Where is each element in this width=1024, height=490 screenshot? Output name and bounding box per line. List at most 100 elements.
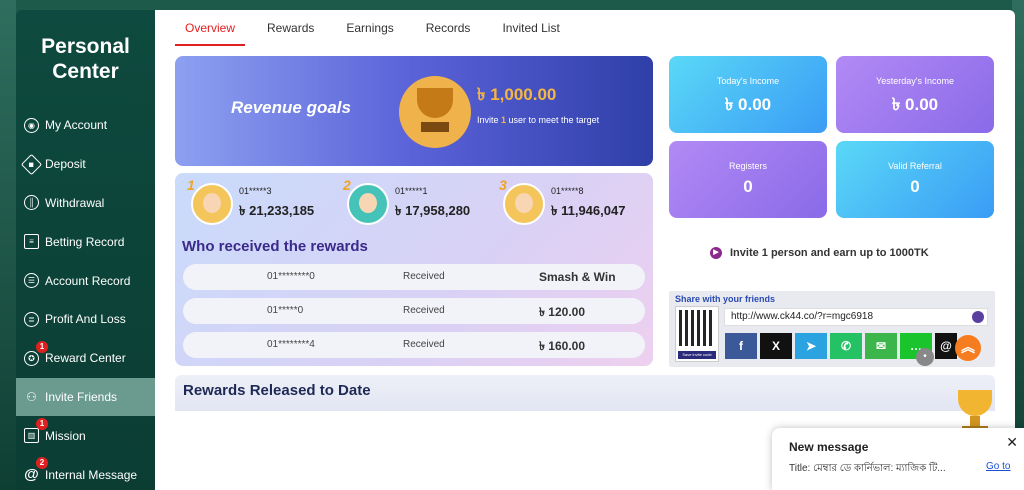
top-earner-1: 1 01*****3 ৳ 21,233,185	[187, 177, 315, 225]
rank-number: 3	[499, 177, 507, 193]
notification-badge: 1	[36, 340, 48, 353]
save-invite-code-button[interactable]: Save invite code	[678, 351, 716, 359]
threads-icon[interactable]: @	[935, 333, 957, 359]
sidebar-item-label: Invite Friends	[45, 389, 118, 404]
top-earner-id: 01*****8	[551, 185, 584, 196]
x-icon[interactable]: X	[760, 333, 792, 359]
revenue-subtext: Invite 1 user to meet the target	[477, 115, 599, 125]
valid-referral-value: 0	[910, 177, 920, 196]
whatsapp-icon[interactable]: ✆	[830, 333, 862, 359]
invite-url-field[interactable]: http://www.ck44.co/?r=mgc6918	[724, 308, 988, 326]
reward-icon: ✪	[24, 350, 39, 366]
background-left	[0, 0, 16, 490]
facebook-icon[interactable]: f	[725, 333, 757, 359]
sidebar-item-label: Withdrawal	[45, 195, 105, 210]
sidebar-item-mission[interactable]: ▥ 1 Mission	[16, 416, 155, 455]
top-earner-amount: ৳ 21,233,185	[239, 202, 315, 218]
play-icon: ▶	[710, 247, 722, 259]
rewards-released-title: Rewards Released to Date	[183, 382, 371, 399]
sidebar-title: Personal Center	[16, 34, 155, 84]
withdrawal-icon: ║	[24, 195, 39, 211]
todays-income-value: ৳ 0.00	[724, 95, 772, 114]
sidebar-item-betting-record[interactable]: ≡ Betting Record	[16, 222, 155, 261]
top-earner-id: 01*****1	[395, 185, 428, 196]
telegram-icon[interactable]: ➤	[795, 333, 827, 359]
rank-number: 1	[187, 177, 195, 193]
sidebar-item-label: Profit And Loss	[45, 312, 126, 327]
sidebar-item-label: Internal Message	[45, 467, 138, 482]
sidebar-item-account-record[interactable]: ☰ Account Record	[16, 261, 155, 300]
reward-user: 01*****0	[267, 305, 304, 316]
tab-overview[interactable]: Overview	[175, 10, 246, 46]
top-earner-amount: ৳ 11,946,047	[551, 202, 626, 218]
list-icon: ≣	[24, 311, 39, 327]
sidebar-item-internal-message[interactable]: @ 2 Internal Message	[16, 455, 155, 490]
revenue-sub-suffix: user to meet the target	[506, 115, 600, 125]
todays-income-card: Today's Income ৳ 0.00	[669, 56, 827, 133]
valid-referral-card: Valid Referral 0	[836, 141, 994, 218]
list-item: 01*****0 Received ৳ 120.00	[183, 298, 645, 324]
sidebar-item-label: Betting Record	[45, 234, 125, 249]
who-received-heading: Who received the rewards	[182, 238, 368, 255]
avatar: 3	[499, 177, 545, 225]
sidebar-item-reward-center[interactable]: ✪ 1 Reward Center	[16, 339, 155, 378]
copy-icon[interactable]	[972, 311, 984, 323]
valid-referral-label: Valid Referral	[888, 161, 942, 171]
rewards-card: 1 01*****3 ৳ 21,233,185 2 01*****1 ৳ 17,…	[175, 173, 653, 366]
registers-card: Registers 0	[669, 141, 827, 218]
close-icon[interactable]: ✕	[1006, 434, 1018, 451]
sidebar-item-invite-friends[interactable]: ⚇ Invite Friends	[16, 377, 155, 417]
reward-amount: ৳ 120.00	[539, 305, 586, 319]
sidebar-item-label: Deposit	[45, 157, 86, 172]
go-to-link[interactable]: Go to	[986, 461, 1010, 472]
account-icon: ◉	[24, 117, 39, 133]
record-icon: ☰	[24, 273, 39, 289]
tab-records[interactable]: Records	[416, 10, 481, 46]
sidebar-item-label: My Account	[45, 118, 108, 133]
tab-rewards[interactable]: Rewards	[257, 10, 324, 46]
tab-invited-list[interactable]: Invited List	[492, 10, 569, 46]
yesterdays-income-label: Yesterday's Income	[876, 76, 954, 86]
toast-title: New message	[789, 440, 869, 454]
rewards-released-section: Rewards Released to Date	[175, 375, 995, 411]
deposit-icon: ◆	[20, 153, 43, 175]
more-icon[interactable]: •	[916, 348, 934, 366]
revenue-amount: ৳ 1,000.00	[477, 85, 557, 104]
list-item: 01********4 Received ৳ 160.00	[183, 332, 645, 358]
scroll-to-top-button[interactable]: ︽	[955, 335, 981, 361]
sidebar-title-line2: Center	[52, 60, 119, 83]
reward-status: Received	[403, 271, 445, 282]
reward-user: 01********4	[267, 339, 315, 350]
sidebar-item-deposit[interactable]: ◆ Deposit	[16, 145, 155, 184]
sidebar-item-label: Account Record	[45, 273, 131, 288]
top-earner-2: 2 01*****1 ৳ 17,958,280	[343, 177, 470, 225]
trophy-icon	[399, 76, 471, 148]
share-panel: Share with your friends Save invite code…	[669, 291, 995, 367]
main-panel: Overview Rewards Earnings Records Invite…	[155, 10, 1015, 490]
sidebar-item-my-account[interactable]: ◉ My Account	[16, 106, 155, 145]
new-message-toast: New message ✕ Title: মেম্বার ডে কার্নিভা…	[772, 428, 1024, 490]
qr-code-image	[679, 310, 715, 346]
tab-earnings[interactable]: Earnings	[336, 10, 403, 46]
yesterdays-income-card: Yesterday's Income ৳ 0.00	[836, 56, 994, 133]
document-icon: ≡	[24, 234, 39, 250]
at-icon: @	[24, 466, 39, 484]
invite-promo-text: Invite 1 person and earn up to 1000TK	[730, 247, 929, 259]
list-item: 01********0 Received Smash & Win	[183, 264, 645, 290]
share-title: Share with your friends	[675, 294, 776, 304]
tab-bar: Overview Rewards Earnings Records Invite…	[175, 10, 582, 46]
sidebar-item-withdrawal[interactable]: ║ Withdrawal	[16, 184, 155, 223]
todays-income-label: Today's Income	[716, 76, 780, 86]
invite-url-text: http://www.ck44.co/?r=mgc6918	[731, 311, 874, 322]
sms-icon[interactable]: ✉	[865, 333, 897, 359]
registers-label: Registers	[728, 161, 767, 171]
sidebar-item-label: Reward Center	[45, 351, 126, 366]
yesterdays-income-value: ৳ 0.00	[891, 95, 939, 114]
revenue-goals-card: Revenue goals ৳ 1,000.00 Invite 1 user t…	[175, 56, 653, 166]
sidebar-item-profit-and-loss[interactable]: ≣ Profit And Loss	[16, 300, 155, 339]
invite-promo: ▶ Invite 1 person and earn up to 1000TK	[710, 247, 929, 259]
toast-body: Title: মেম্বার ডে কার্নিভাল: ম্যাজিক টি.…	[789, 463, 946, 474]
rank-number: 2	[343, 177, 351, 193]
reward-amount: Smash & Win	[539, 270, 616, 284]
invite-icon: ⚇	[26, 389, 37, 404]
